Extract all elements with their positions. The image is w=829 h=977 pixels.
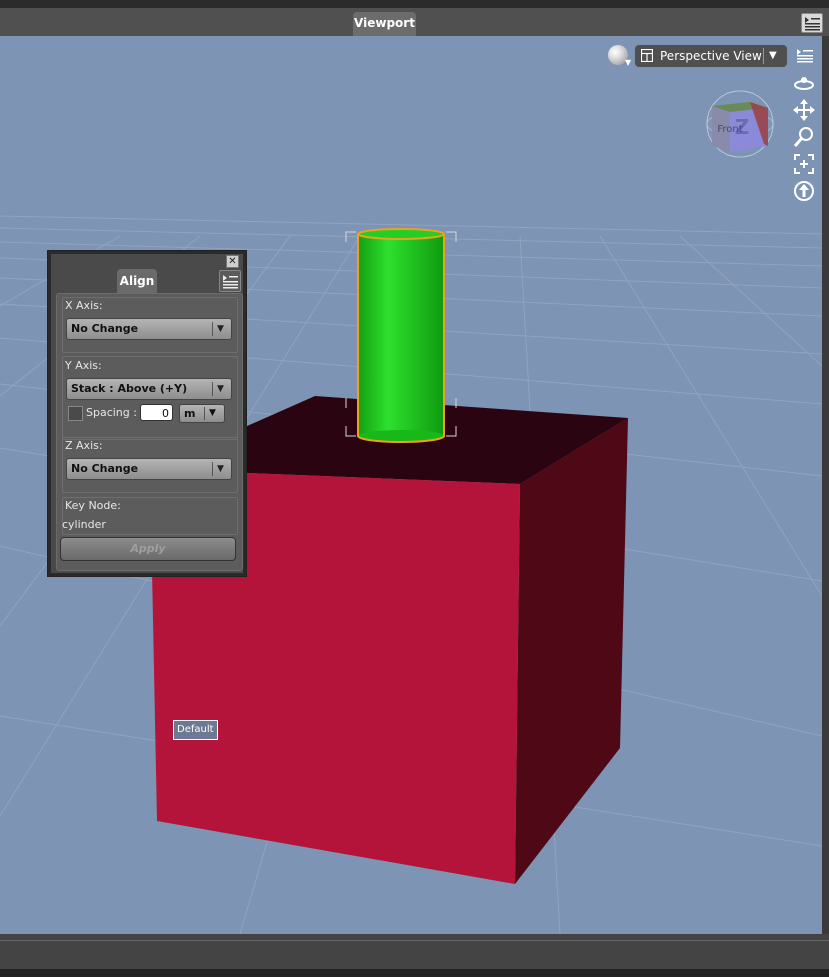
material-label-default: Default — [173, 720, 218, 740]
top-menu-strip — [0, 0, 829, 8]
close-icon[interactable]: ✕ — [226, 255, 239, 268]
tab-align[interactable]: Align — [117, 269, 157, 293]
spacing-label: Spacing : — [86, 406, 137, 419]
x-axis-value: No Change — [71, 322, 139, 335]
pane-menu-button[interactable] — [801, 13, 823, 33]
chevron-down-icon: ▼ — [217, 384, 224, 394]
panel-menu-icon[interactable] — [795, 45, 815, 65]
chevron-down-icon: ▼ — [209, 408, 216, 418]
chevron-down-icon[interactable]: ▼ — [769, 45, 777, 67]
spacing-unit-dropdown[interactable]: m ▼ — [179, 404, 225, 423]
align-panel-menu-button[interactable] — [219, 270, 241, 292]
chevron-down-icon: ▼ — [217, 464, 224, 474]
pan-move-icon[interactable] — [793, 99, 815, 121]
divider — [204, 407, 205, 420]
chevron-down-icon: ▼ — [217, 324, 224, 334]
y-axis-value: Stack : Above (+Y) — [71, 382, 188, 395]
apply-button[interactable]: Apply — [60, 537, 236, 561]
spacing-checkbox[interactable] — [68, 406, 83, 421]
divider — [212, 322, 213, 336]
grid-view-icon — [641, 49, 653, 62]
spacing-unit-value: m — [184, 407, 196, 420]
divider — [0, 940, 829, 941]
divider — [763, 48, 764, 64]
zoom-icon[interactable] — [793, 126, 815, 148]
pane-menu-icon — [805, 17, 820, 31]
align-panel-inner: ✕ Align X Axis: No Change ▼ Y Axis: Stac — [51, 254, 243, 573]
y-axis-label: Y Axis: — [65, 359, 102, 372]
x-axis-label: X Axis: — [65, 299, 103, 312]
selected-cylinder[interactable] — [357, 228, 445, 443]
cube-side-face[interactable] — [515, 418, 628, 884]
orbit-icon[interactable] — [793, 72, 815, 94]
navigation-cube-icon[interactable]: Z Front — [702, 88, 774, 162]
align-options: X Axis: No Change ▼ Y Axis: Stack : Abov… — [56, 293, 243, 571]
tab-viewport[interactable]: Viewport — [353, 12, 416, 36]
z-axis-value: No Change — [71, 462, 139, 475]
divider — [212, 382, 213, 396]
status-bar — [0, 934, 829, 977]
z-axis-label: Z Axis: — [65, 439, 103, 452]
viewport-border — [822, 36, 829, 934]
camera-up-icon[interactable] — [793, 180, 815, 202]
chevron-down-icon[interactable]: ▼ — [625, 58, 631, 67]
z-axis-dropdown[interactable]: No Change ▼ — [66, 458, 232, 480]
key-node-label: Key Node: — [65, 499, 121, 512]
frame-selection-icon[interactable] — [793, 153, 815, 175]
gizmo-face-label: Front — [717, 124, 742, 135]
spacing-input[interactable]: 0 — [140, 404, 173, 421]
key-node-value: cylinder — [62, 518, 106, 531]
panel-menu-icon — [223, 275, 238, 289]
view-mode-selector[interactable]: Perspective View ▼ — [635, 45, 787, 67]
divider — [212, 462, 213, 476]
bottom-strip — [0, 969, 829, 977]
align-panel: ✕ Align X Axis: No Change ▼ Y Axis: Stac — [47, 250, 247, 577]
x-axis-dropdown[interactable]: No Change ▼ — [66, 318, 232, 340]
view-mode-label: Perspective View — [660, 49, 762, 63]
y-axis-dropdown[interactable]: Stack : Above (+Y) ▼ — [66, 378, 232, 400]
pane-tab-bar: Viewport — [0, 8, 829, 37]
